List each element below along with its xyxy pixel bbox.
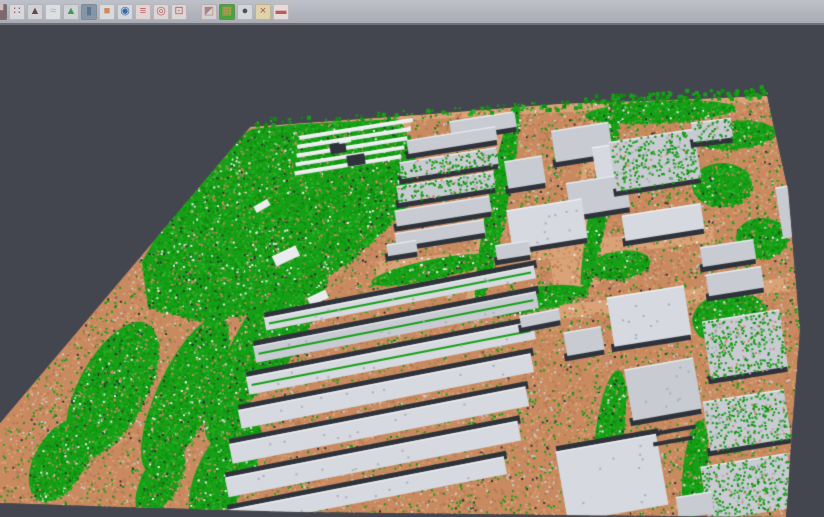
open-project-icon[interactable]: ▞ [0,4,7,20]
point-cloud-canvas [0,0,824,517]
orthophoto-icon[interactable]: ■ [99,4,115,20]
contours-icon[interactable]: ≈ [45,4,61,20]
toolbar: ▞∷▲≈▲▮■◉≡◎⊡◩▦●×▬ [0,0,824,25]
snapshot-icon[interactable]: ● [237,4,253,20]
classification-colors-icon[interactable]: ▦ [219,4,235,20]
dtm-icon[interactable]: ▲ [27,4,43,20]
globe-icon[interactable]: ◉ [117,4,133,20]
zoom-extent-icon[interactable]: ⊡ [171,4,187,20]
viewport-3d[interactable] [0,0,824,517]
application-window: ▞∷▲≈▲▮■◉≡◎⊡◩▦●×▬ [0,0,824,517]
clip-region-icon[interactable]: ◩ [201,4,217,20]
delete-points-icon[interactable]: × [255,4,271,20]
flatten-tool-icon[interactable]: ▬ [273,4,289,20]
profile-view-icon[interactable]: ▮ [81,4,97,20]
terrain-surface-icon[interactable]: ▲ [63,4,79,20]
target-icon[interactable]: ◎ [153,4,169,20]
grid-layers-icon[interactable]: ≡ [135,4,151,20]
point-classes-icon[interactable]: ∷ [9,4,25,20]
